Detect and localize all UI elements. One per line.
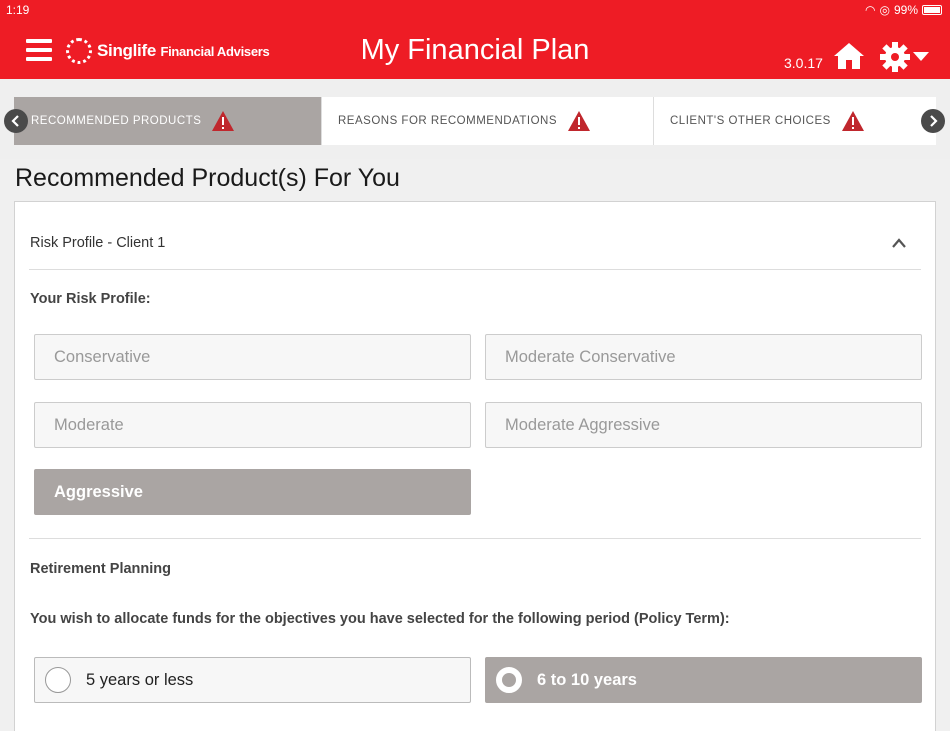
tab-recommended-products[interactable]: RECOMMENDED PRODUCTS <box>14 97 322 145</box>
wifi-icon: ◠ <box>865 3 876 17</box>
term-option-label: 6 to 10 years <box>537 670 637 689</box>
brand-name: Singlife <box>97 41 156 60</box>
section-header: Risk Profile - Client 1 <box>30 235 166 251</box>
status-bar: 1:19 ◠ ◎ 99% <box>0 0 950 20</box>
chevron-up-icon[interactable] <box>891 237 907 249</box>
term-option-label: 5 years or less <box>86 670 194 689</box>
tab-bar: RECOMMENDED PRODUCTS REASONS FOR RECOMME… <box>14 97 936 145</box>
risk-option-moderate[interactable]: Moderate <box>34 402 471 448</box>
chevron-left-icon <box>11 115 19 127</box>
battery-icon <box>922 5 942 15</box>
term-option-6-to-10-years[interactable]: 6 to 10 years <box>485 657 922 703</box>
risk-profile-card: Risk Profile - Client 1 Your Risk Profil… <box>14 201 936 731</box>
chevron-down-icon <box>913 52 929 61</box>
menu-icon[interactable] <box>26 39 52 61</box>
risk-option-moderate-aggressive[interactable]: Moderate Aggressive <box>485 402 922 448</box>
tab-label: REASONS FOR RECOMMENDATIONS <box>338 115 558 127</box>
divider <box>29 538 921 539</box>
radio-circle-selected <box>496 667 522 693</box>
tab-clients-other-choices[interactable]: CLIENT'S OTHER CHOICES <box>654 97 936 145</box>
gear-icon <box>880 42 910 72</box>
risk-option-aggressive[interactable]: Aggressive <box>34 469 471 515</box>
app-header: Singlife Financial Advisers My Financial… <box>0 20 950 79</box>
status-icons: ◠ ◎ 99% <box>865 3 942 17</box>
retirement-planning-title: Retirement Planning <box>30 561 171 577</box>
settings-menu[interactable] <box>880 42 930 72</box>
warning-icon <box>841 111 864 131</box>
chevron-right-icon <box>930 115 938 127</box>
risk-option-moderate-conservative[interactable]: Moderate Conservative <box>485 334 922 380</box>
logo-icon <box>66 38 92 64</box>
radio-circle <box>45 667 71 693</box>
app-version: 3.0.17 <box>784 55 823 71</box>
tab-label: CLIENT'S OTHER CHOICES <box>670 115 831 127</box>
policy-term-question: You wish to allocate funds for the objec… <box>30 611 730 627</box>
brand-logo: Singlife Financial Advisers <box>66 38 270 64</box>
risk-profile-label: Your Risk Profile: <box>30 291 151 307</box>
brand-subtitle: Financial Advisers <box>160 44 270 59</box>
tab-label: RECOMMENDED PRODUCTS <box>31 115 202 127</box>
tab-scroll-right-button[interactable] <box>921 109 945 133</box>
status-time: 1:19 <box>6 3 30 17</box>
page-title: Recommended Product(s) For You <box>15 164 400 192</box>
risk-option-conservative[interactable]: Conservative <box>34 334 471 380</box>
battery-percent: 99% <box>893 3 918 17</box>
tab-scroll-left-button[interactable] <box>4 109 28 133</box>
lock-rotation-icon: ◎ <box>879 3 890 17</box>
warning-icon <box>212 111 235 131</box>
divider <box>29 269 921 270</box>
term-option-5-years-or-less[interactable]: 5 years or less <box>34 657 471 703</box>
home-icon[interactable] <box>832 41 866 71</box>
tab-reasons-for-recommendations[interactable]: REASONS FOR RECOMMENDATIONS <box>322 97 654 145</box>
warning-icon <box>568 111 591 131</box>
